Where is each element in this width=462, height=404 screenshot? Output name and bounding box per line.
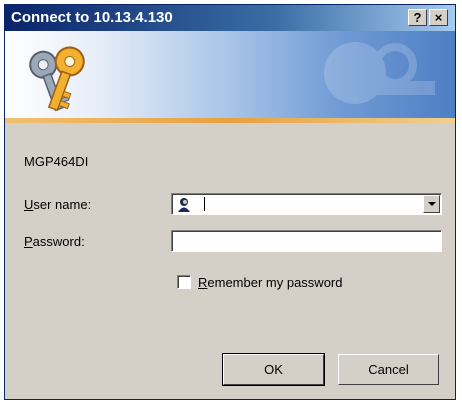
- username-label-text: ser name:: [33, 197, 92, 212]
- username-label-accesskey: U: [24, 197, 34, 212]
- user-icon: [176, 196, 192, 212]
- remember-password-checkbox[interactable]: [177, 275, 191, 289]
- keys-icon: [29, 46, 85, 112]
- help-button[interactable]: ?: [408, 9, 427, 26]
- window-title: Connect to 10.13.4.130: [11, 9, 173, 26]
- remember-label-accesskey: R: [198, 275, 208, 290]
- username-dropdown-button[interactable]: [423, 195, 440, 213]
- close-icon: ×: [434, 10, 443, 25]
- text-caret: [204, 197, 205, 211]
- remember-label-text: emember my password: [207, 275, 343, 290]
- title-bar: Connect to 10.13.4.130 ? ×: [5, 5, 455, 31]
- header-banner: [5, 31, 455, 123]
- remember-password-label[interactable]: Remember my password: [198, 275, 343, 290]
- password-input[interactable]: [171, 230, 442, 252]
- chevron-down-icon: [428, 202, 436, 206]
- close-button[interactable]: ×: [429, 9, 448, 26]
- password-label-text: assword:: [32, 234, 85, 249]
- help-icon: ?: [413, 10, 422, 25]
- connect-dialog: Connect to 10.13.4.130 ? × MGP464DI User…: [4, 4, 456, 400]
- watermark-keys-icon: [324, 42, 435, 104]
- server-name: MGP464DI: [24, 154, 89, 169]
- password-label: Password:: [24, 234, 85, 249]
- username-combobox[interactable]: [171, 193, 442, 215]
- password-label-accesskey: P: [24, 234, 33, 249]
- ok-button[interactable]: OK: [222, 353, 325, 386]
- banner-stripe: [5, 118, 455, 123]
- cancel-button[interactable]: Cancel: [338, 354, 439, 385]
- username-label: User name:: [24, 197, 91, 212]
